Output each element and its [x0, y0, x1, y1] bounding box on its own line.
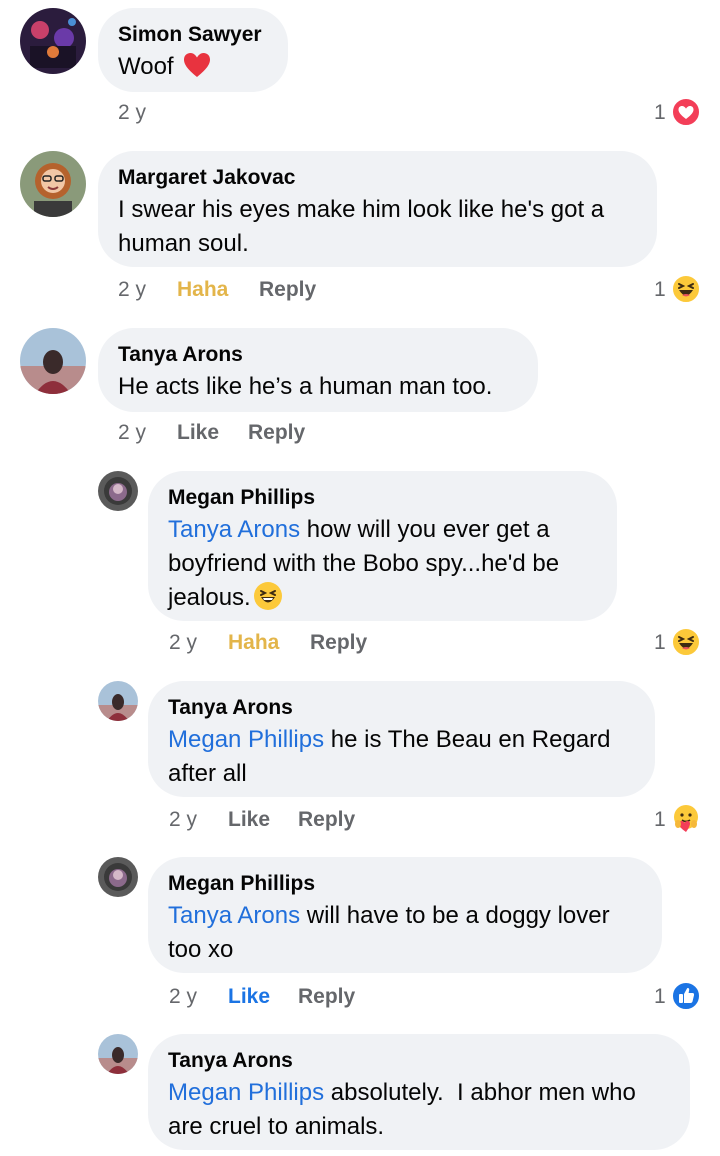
reply-button[interactable]: Reply [298, 984, 355, 1010]
haha-reaction-icon[interactable] [671, 274, 701, 304]
reply-bubble: Megan Phillips Tanya Arons will have to … [148, 857, 662, 973]
avatar-megan-phillips[interactable] [98, 471, 138, 511]
like-reaction-icon[interactable] [671, 981, 701, 1011]
mention-link[interactable]: Megan Phillips [168, 1079, 324, 1106]
reaction-count[interactable]: 1 [654, 984, 666, 1010]
reply-bubble: Tanya Arons Megan Phillips he is The Bea… [148, 681, 655, 797]
comment-time[interactable]: 2 y [118, 100, 146, 126]
avatar-tanya-arons[interactable] [20, 328, 86, 394]
red-heart-emoji [182, 50, 212, 80]
comment-time[interactable]: 2 y [118, 420, 146, 446]
reply-author[interactable]: Megan Phillips [168, 869, 642, 899]
reaction-count[interactable]: 1 [654, 100, 666, 126]
comment-text: Woof [118, 53, 174, 80]
avatar-megan-phillips[interactable] [98, 857, 138, 897]
comment-bubble: Tanya Arons He acts like he’s a human ma… [98, 328, 538, 412]
comment-bubble: Margaret Jakovac I swear his eyes make h… [98, 151, 657, 267]
reply-time[interactable]: 2 y [169, 984, 197, 1010]
mention-link[interactable]: Tanya Arons [168, 902, 300, 929]
reaction-count[interactable]: 1 [654, 277, 666, 303]
reply-button[interactable]: Reply [310, 630, 367, 656]
reaction-count[interactable]: 1 [654, 807, 666, 833]
reply-author[interactable]: Tanya Arons [168, 693, 635, 723]
avatar-margaret-jakovac[interactable] [20, 151, 86, 217]
comment-text: I swear his eyes make him look like he's… [118, 196, 605, 257]
reply-author[interactable]: Tanya Arons [168, 1046, 670, 1076]
avatar-tanya-arons[interactable] [98, 1034, 138, 1074]
comment-bubble: Simon Sawyer Woof [98, 8, 288, 92]
haha-button[interactable]: Haha [177, 277, 228, 303]
reply-button[interactable]: Reply [259, 277, 316, 303]
reply-author[interactable]: Megan Phillips [168, 483, 597, 513]
reply-time[interactable]: 2 y [169, 807, 197, 833]
care-reaction-icon[interactable] [671, 804, 701, 834]
haha-button[interactable]: Haha [228, 630, 279, 656]
avatar-simon-sawyer[interactable] [20, 8, 86, 74]
reply-time[interactable]: 2 y [169, 630, 197, 656]
avatar-tanya-arons[interactable] [98, 681, 138, 721]
reply-bubble: Tanya Arons Megan Phillips absolutely. I… [148, 1034, 690, 1150]
like-button[interactable]: Like [228, 984, 270, 1010]
reaction-count[interactable]: 1 [654, 630, 666, 656]
reply-bubble: Megan Phillips Tanya Arons how will you … [148, 471, 617, 621]
love-reaction-icon[interactable] [671, 97, 701, 127]
mention-link[interactable]: Megan Phillips [168, 726, 324, 753]
mention-link[interactable]: Tanya Arons [168, 516, 300, 543]
comment-time[interactable]: 2 y [118, 277, 146, 303]
comment-author[interactable]: Margaret Jakovac [118, 163, 637, 193]
comment-author[interactable]: Tanya Arons [118, 340, 518, 370]
comment-text: He acts like he’s a human man too. [118, 373, 493, 400]
grinning-squinting-emoji [253, 581, 283, 611]
reply-button[interactable]: Reply [248, 420, 305, 446]
like-button[interactable]: Like [228, 807, 270, 833]
reply-button[interactable]: Reply [298, 807, 355, 833]
like-button[interactable]: Like [177, 420, 219, 446]
haha-reaction-icon[interactable] [671, 627, 701, 657]
comment-author[interactable]: Simon Sawyer [118, 20, 268, 50]
